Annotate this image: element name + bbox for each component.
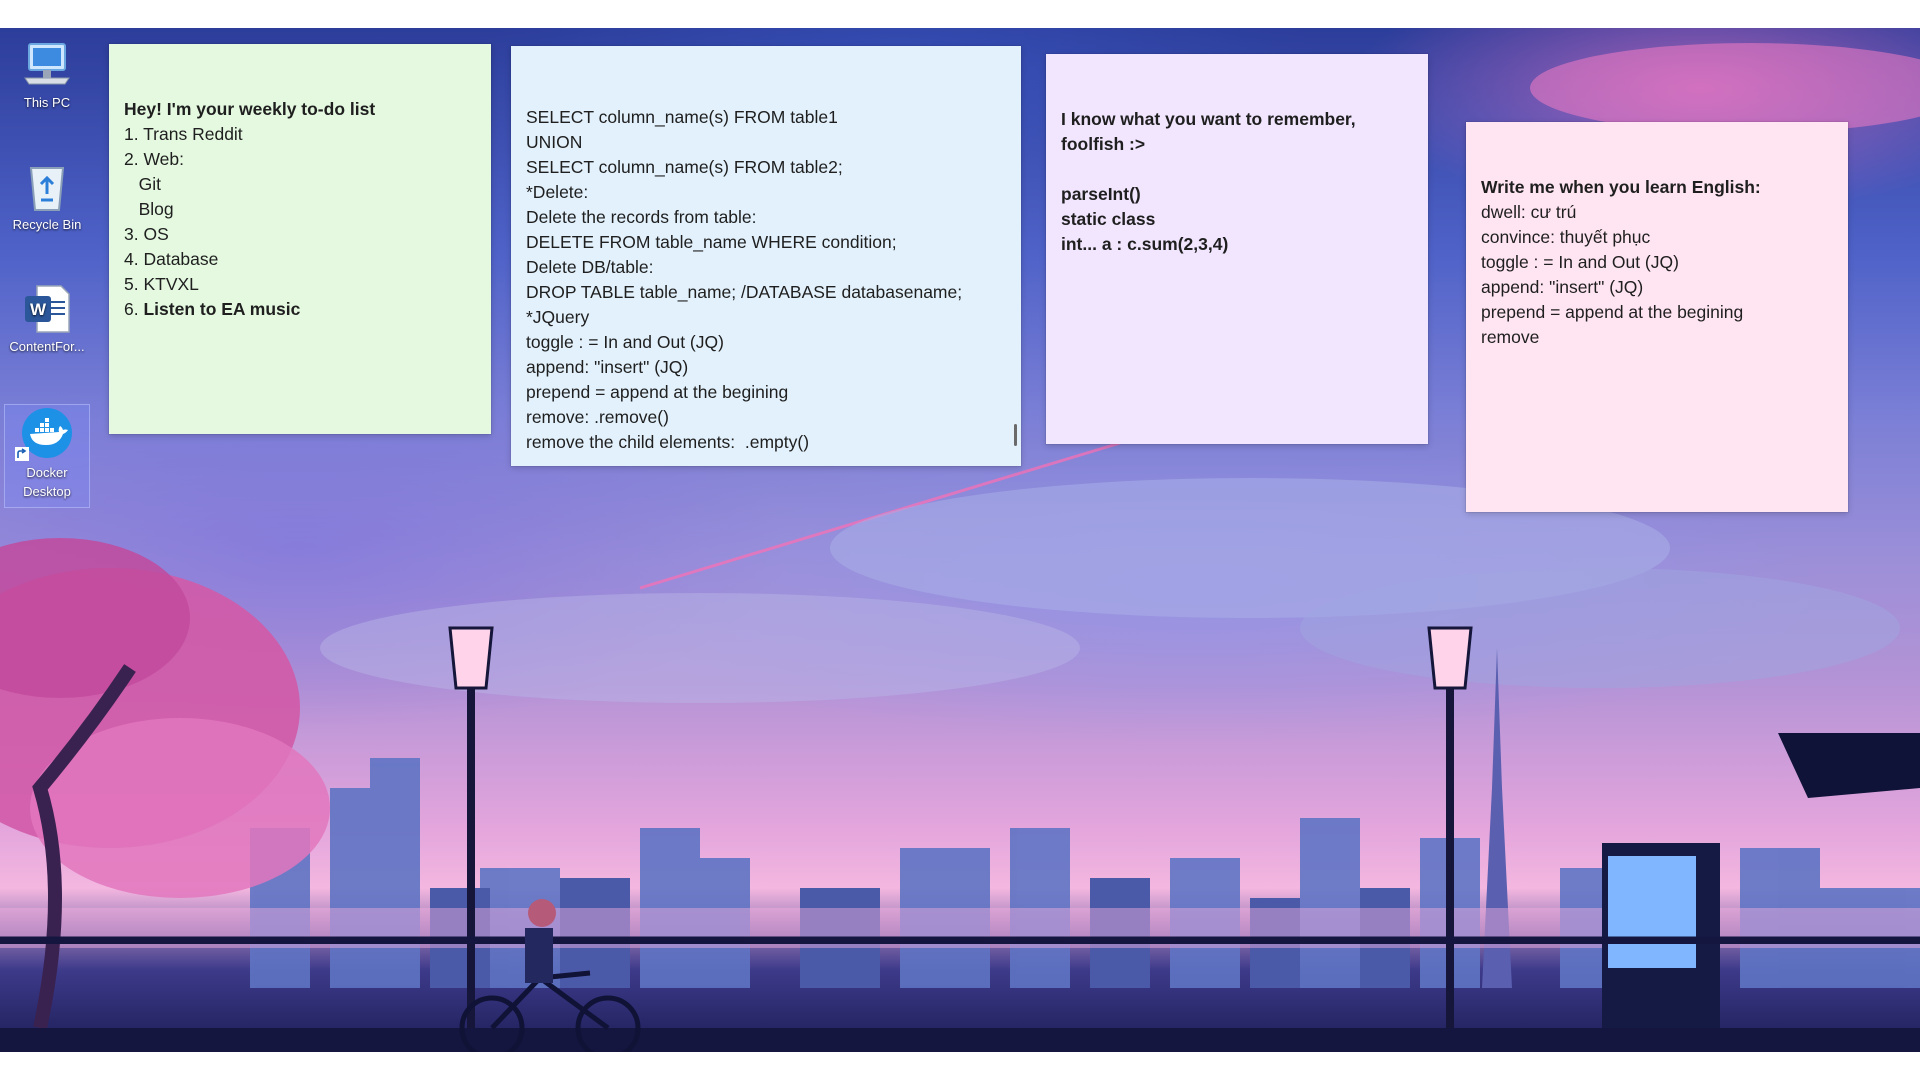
note-line: Delete DB/table: [526,257,654,277]
note-line: remove: .remove() [526,407,669,427]
desktop-icon-docker[interactable]: Docker Desktop [4,404,90,508]
desktop-icon-this-pc[interactable]: This PC [4,38,90,112]
sticky-note-text[interactable]: Hey! I'm your weekly to-do list 1. Trans… [124,97,479,322]
desktop-icon-recycle-bin[interactable]: Recycle Bin [4,160,90,234]
desktop-icon-word-document[interactable]: W ContentFor... [4,282,90,356]
note-line [1061,157,1416,182]
note-line: 5. KTVXL [124,274,199,294]
note-line: convince: thuyết phục [1481,227,1651,247]
note-line: Hey! I'm your weekly to-do list [124,99,376,119]
note-line: parseInt() [1061,184,1141,204]
note-line: foolfish :> [1061,134,1146,154]
sticky-note-java-reminders[interactable]: I know what you want to remember, foolfi… [1046,54,1428,444]
note-line: 4. Database [124,249,219,269]
desktop-icon-label: This PC [23,95,71,110]
note-line: 1. Trans Reddit [124,124,243,144]
shortcut-arrow-icon [15,447,29,461]
note-line-bold-text: Listen to EA music [143,299,301,319]
note-line: UNION [526,132,583,152]
note-line: append: "insert" (JQ) [1481,277,1644,297]
screen-bottom-edge [0,1052,1920,1080]
note-line: 6. Listen to EA music [124,297,479,322]
note-line-number: 6. [124,299,144,319]
note-line: prepend = append at the begining [1481,302,1744,322]
docker-icon [15,407,73,461]
note-line: toggle : = In and Out (JQ) [1481,252,1679,272]
sticky-note-text[interactable]: I know what you want to remember, foolfi… [1061,107,1416,257]
note-line: Delete the records from table: [526,207,757,227]
note-line: SELECT column_name(s) FROM table2; [526,157,843,177]
note-line: append: "insert" (JQ) [526,357,689,377]
note-line: static class [1061,209,1156,229]
note-line: DROP TABLE table_name; /DATABASE databas… [526,282,963,302]
sticky-note-english-vocab[interactable]: Write me when you learn English: dwell: … [1466,122,1848,512]
note-line: Blog [124,199,174,219]
sticky-note-text[interactable]: SELECT column_name(s) FROM table1 UNION … [526,105,1009,455]
note-line: remove the child elements: .empty() [526,432,810,452]
sticky-note-todo[interactable]: Hey! I'm your weekly to-do list 1. Trans… [109,44,491,434]
note-line: *JQuery [526,307,590,327]
note-scrollbar[interactable] [1014,424,1017,446]
note-line: 2. Web: [124,149,184,169]
note-line: *Delete: [526,182,589,202]
note-line: toggle : = In and Out (JQ) [526,332,724,352]
note-line: SELECT column_name(s) FROM table1 [526,107,838,127]
note-line: int... a : c.sum(2,3,4) [1061,234,1229,254]
note-line: DELETE FROM table_name WHERE condition; [526,232,897,252]
note-line: dwell: cư trú [1481,202,1577,222]
svg-text:W: W [30,300,47,319]
note-line: I know what you want to remember, [1061,109,1356,129]
word-document-icon: W [21,282,73,334]
note-line: 3. OS [124,224,169,244]
sticky-note-sql-jquery[interactable]: SELECT column_name(s) FROM table1 UNION … [511,46,1021,466]
note-line: Write me when you learn English: [1481,177,1761,197]
sticky-note-text[interactable]: Write me when you learn English: dwell: … [1481,175,1836,350]
desktop-icon-label: Docker Desktop [23,465,71,499]
note-line: Git [124,174,161,194]
recycle-bin-icon [21,160,73,212]
note-line: remove [1481,327,1540,347]
desktop-icon-label: Recycle Bin [12,217,82,232]
desktop-icon-label: ContentFor... [9,339,85,354]
note-line: prepend = append at the begining [526,382,789,402]
this-pc-icon [21,38,73,90]
